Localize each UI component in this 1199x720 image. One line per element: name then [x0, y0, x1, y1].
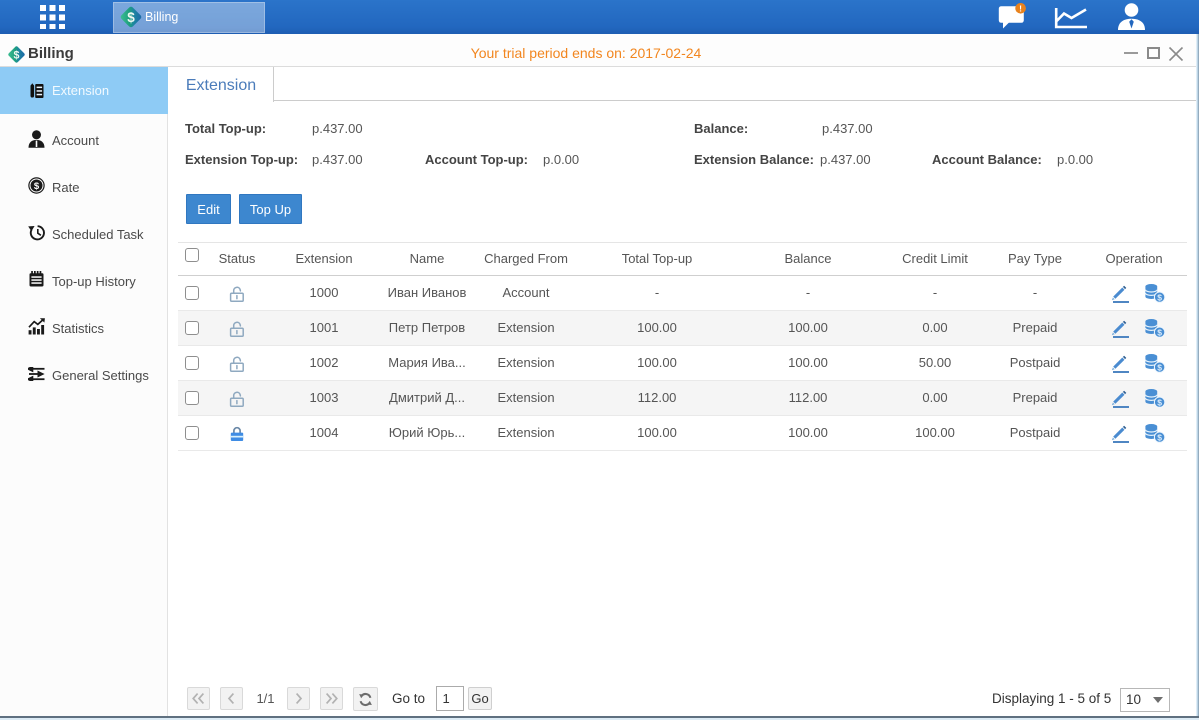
svg-text:$: $: [34, 181, 40, 192]
svg-text:$: $: [127, 10, 135, 25]
svg-text:$: $: [14, 49, 20, 61]
svg-text:!: !: [1019, 3, 1022, 13]
